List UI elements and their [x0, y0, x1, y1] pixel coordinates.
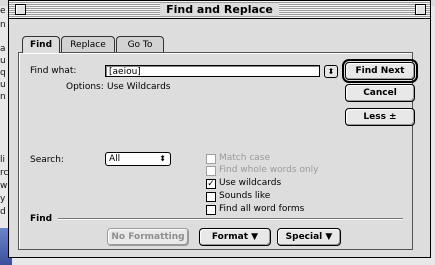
find-what-label: Find what:	[30, 66, 77, 76]
checkbox-box	[206, 166, 216, 176]
checkbox-label: Use wildcards	[219, 178, 282, 188]
checkmark-icon: ✓	[206, 179, 216, 189]
find-what-input[interactable]: [aeiou]	[105, 65, 320, 77]
desktop-text: a	[0, 44, 6, 54]
special-menu-button[interactable]: Special ▼	[277, 228, 341, 246]
tab-go-to[interactable]: Go To	[116, 36, 164, 52]
desktop-text: li	[0, 155, 6, 165]
title-bar[interactable]: Find and Replace	[9, 1, 430, 19]
options-value: Use Wildcards	[107, 82, 171, 92]
section-divider	[58, 218, 403, 220]
search-popup-value: All	[109, 154, 121, 164]
recent-searches-arrows-icon[interactable]: ⬍	[324, 65, 338, 78]
checkbox-box	[206, 192, 216, 202]
desktop-text: d	[0, 207, 6, 217]
less-button[interactable]: Less ±	[345, 108, 415, 126]
desktop-text: q	[0, 68, 6, 78]
desktop-text: y	[0, 194, 6, 204]
search-popup[interactable]: All ⬍	[105, 152, 171, 166]
desktop-text: n	[0, 20, 6, 30]
checkbox-label: Sounds like	[219, 191, 271, 201]
tab-replace[interactable]: Replace	[61, 36, 115, 52]
search-label: Search:	[30, 155, 64, 165]
checkbox-label: Match case	[219, 153, 271, 163]
cancel-button[interactable]: Cancel	[345, 84, 415, 102]
zoom-box-icon[interactable]	[415, 4, 426, 15]
desktop-text: u	[0, 80, 6, 90]
checkbox-label: Find whole words only	[219, 165, 319, 175]
no-formatting-button[interactable]: No Formatting	[107, 228, 189, 246]
desktop-text: e	[0, 6, 6, 16]
tab-find[interactable]: Find	[22, 36, 60, 53]
find-next-button[interactable]: Find Next	[342, 59, 418, 83]
format-menu-button[interactable]: Format ▼	[199, 228, 271, 246]
checkbox-label: Find all word forms	[219, 204, 305, 214]
options-label: Options:	[66, 82, 104, 92]
checkbox-box	[206, 154, 216, 164]
desktop-text: rc	[0, 168, 9, 178]
desktop-text: w	[0, 181, 8, 191]
window-title: Find and Replace	[160, 3, 279, 16]
find-section-label: Find	[30, 214, 53, 224]
desktop-text: n	[0, 92, 6, 102]
popup-arrows-icon: ⬍	[159, 154, 166, 163]
desktop-text: u	[0, 56, 6, 66]
checkbox-box	[206, 205, 216, 215]
